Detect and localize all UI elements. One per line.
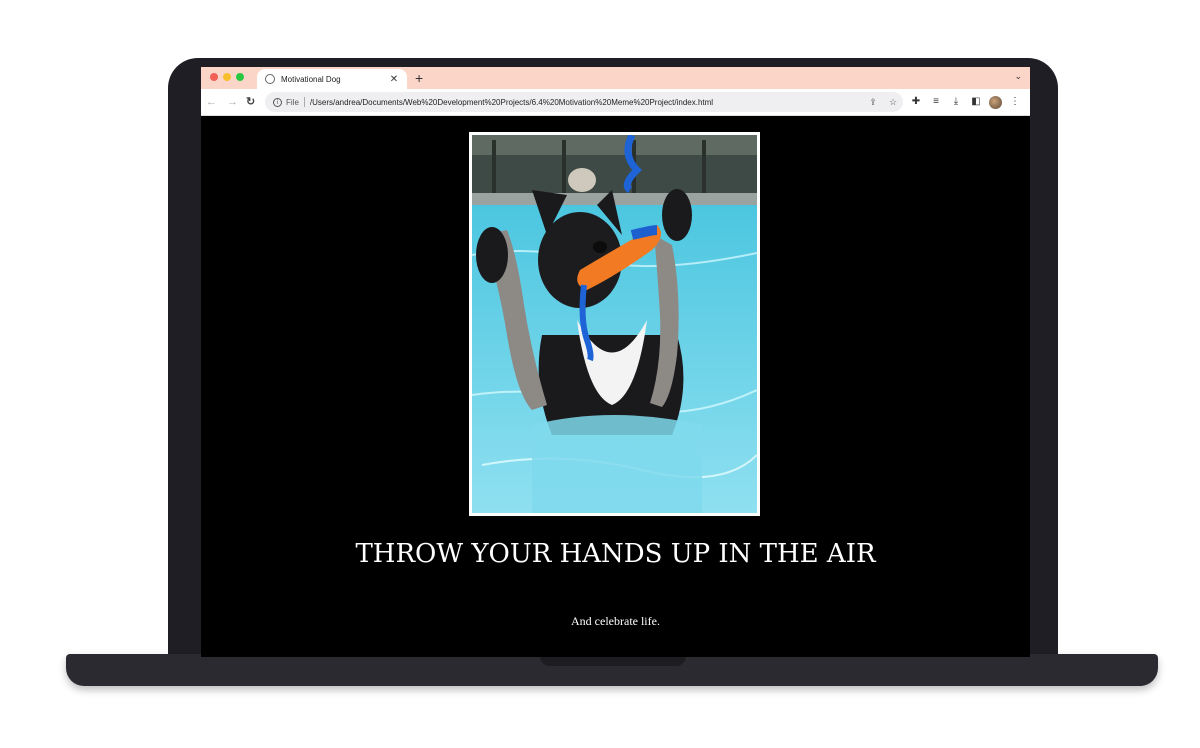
forward-arrow-icon[interactable]: → [227, 95, 238, 109]
page-headline: THROW YOUR HANDS UP IN THE AIR [355, 539, 876, 569]
dog-photo-illustration [472, 135, 757, 513]
tab-title: Motivational Dog [281, 74, 341, 84]
star-icon[interactable]: ☆ [883, 97, 903, 108]
reading-list-icon[interactable]: ≡ [929, 95, 943, 109]
browser-toolbar: ← → ↻ i File /Users/andrea/Documents/Web… [201, 89, 1030, 116]
side-panel-icon[interactable]: ◧ [969, 95, 983, 109]
close-tab-icon[interactable]: ✕ [387, 74, 401, 85]
scheme-label: File [286, 97, 299, 107]
tab-strip: Motivational Dog ✕ + ⌄ [201, 67, 1030, 89]
info-icon[interactable]: i [273, 97, 282, 107]
page-content: THROW YOUR HANDS UP IN THE AIR And celeb… [201, 117, 1030, 657]
page-subline: And celebrate life. [571, 614, 660, 628]
dog-photo [469, 132, 760, 516]
new-tab-button[interactable]: + [415, 69, 423, 87]
share-icon[interactable]: ⇪ [863, 97, 883, 108]
url-text[interactable]: /Users/andrea/Documents/Web%20Developmen… [310, 98, 863, 107]
close-window-button[interactable] [210, 73, 218, 81]
divider [303, 97, 305, 107]
minimize-window-button[interactable] [223, 73, 231, 81]
browser-window: Motivational Dog ✕ + ⌄ ← → ↻ i File /Use… [201, 67, 1030, 657]
tab-motivational-dog[interactable]: Motivational Dog ✕ [257, 69, 407, 89]
more-menu-icon[interactable]: ⋮ [1008, 95, 1022, 109]
toolbar-actions: ✚ ≡ ⤓ ◧ ⋮ [909, 95, 1022, 109]
tab-search-chevron-icon[interactable]: ⌄ [1014, 71, 1022, 82]
download-icon[interactable]: ⤓ [949, 95, 963, 109]
globe-icon [265, 74, 275, 84]
reload-icon[interactable]: ↻ [246, 95, 255, 109]
back-arrow-icon[interactable]: ← [206, 95, 217, 109]
extensions-icon[interactable]: ✚ [909, 95, 923, 109]
maximize-window-button[interactable] [236, 73, 244, 81]
address-bar[interactable]: i File /Users/andrea/Documents/Web%20Dev… [265, 92, 903, 112]
avatar[interactable] [989, 95, 1002, 109]
